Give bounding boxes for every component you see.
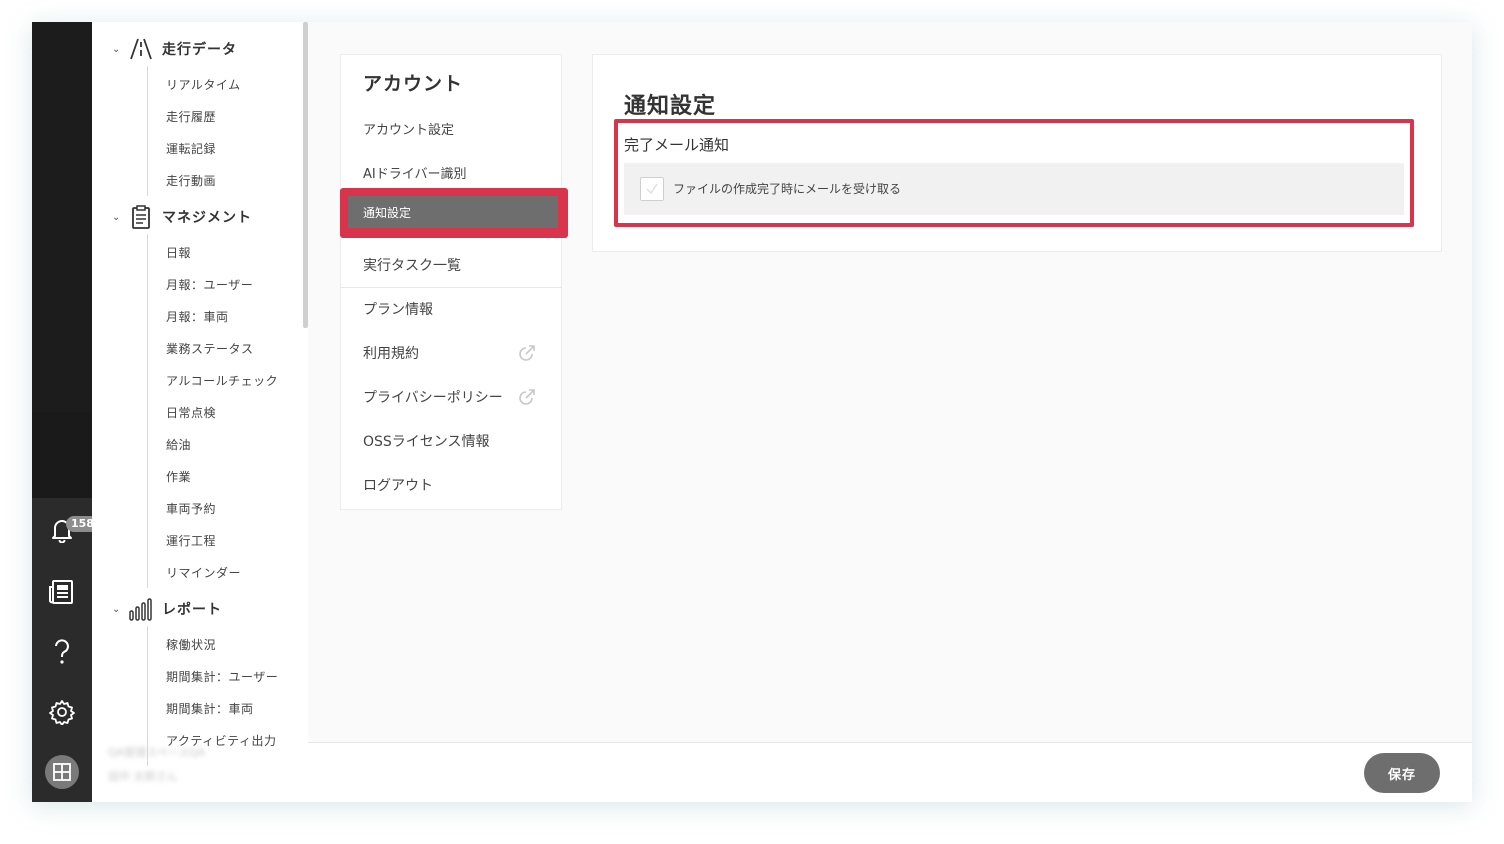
nav-section-title: マネジメント <box>162 210 252 226</box>
user-name: 田中 太郎さん <box>108 770 178 783</box>
menu-item-label: 通知設定 <box>363 206 412 220</box>
nav-item-realtime[interactable]: リアルタイム <box>166 76 241 93</box>
nav-item-daily-report[interactable]: 日報 <box>166 244 191 261</box>
nav-section-title: レポート <box>162 602 222 618</box>
menu-item-ai-driver[interactable]: AIドライバー識別 <box>363 163 466 182</box>
focus-highlight <box>614 119 1414 227</box>
menu-item-terms[interactable]: 利用規約 <box>363 343 419 363</box>
menu-item-task-list[interactable]: 実行タスク一覧 <box>363 255 461 275</box>
divider <box>340 287 562 288</box>
account-menu: アカウント アカウント設定 AIドライバー識別 実行タスク一覧 プラン情報 利用… <box>340 54 562 510</box>
menu-item-plan-info[interactable]: プラン情報 <box>363 299 433 319</box>
app-window: 158 ⌄ 走行データ リアルタイム 走行履歴 運転記録 走行動画 ⌄ マネジメ… <box>32 22 1472 802</box>
nav-item-period-vehicle[interactable]: 期間集計：車両 <box>166 700 254 717</box>
external-link-icon <box>518 388 536 406</box>
page-title: 通知設定 <box>624 94 717 119</box>
menu-item-privacy[interactable]: プライバシーポリシー <box>363 387 503 407</box>
nav-item-period-user[interactable]: 期間集計：ユーザー <box>166 668 278 685</box>
nav-item-work-status[interactable]: 業務ステータス <box>166 340 254 357</box>
nav-item-monthly-user[interactable]: 月報：ユーザー <box>166 276 253 293</box>
workspace-name: QA管理スペースQA <box>108 746 206 759</box>
sidebar-nav: ⌄ 走行データ リアルタイム 走行履歴 運転記録 走行動画 ⌄ マネジメント 日… <box>92 22 308 802</box>
sidebar-scrollbar[interactable] <box>303 22 308 328</box>
avatar[interactable] <box>45 755 79 789</box>
nav-item-driving-video[interactable]: 走行動画 <box>166 172 216 189</box>
clipboard-icon <box>128 204 154 230</box>
nav-section-report[interactable]: ⌄ レポート <box>112 596 222 622</box>
nav-section-title: 走行データ <box>162 42 237 58</box>
nav-section-management[interactable]: ⌄ マネジメント <box>112 204 252 230</box>
nav-item-work[interactable]: 作業 <box>166 468 191 485</box>
road-icon <box>128 36 154 62</box>
nav-item-daily-inspection[interactable]: 日常点検 <box>166 404 216 421</box>
footer-bar <box>308 742 1472 802</box>
nav-item-vehicle-reservation[interactable]: 車両予約 <box>166 500 216 517</box>
nav-item-driving-record[interactable]: 運転記録 <box>166 140 216 157</box>
bar-chart-icon <box>128 596 154 622</box>
chevron-down-icon: ⌄ <box>112 43 121 55</box>
save-button[interactable]: 保存 <box>1364 753 1440 793</box>
help-icon[interactable] <box>48 638 76 666</box>
account-menu-title: アカウント <box>363 73 464 95</box>
menu-item-account-settings[interactable]: アカウント設定 <box>363 119 454 138</box>
nav-item-operation-schedule[interactable]: 運行工程 <box>166 532 216 549</box>
chevron-down-icon: ⌄ <box>112 603 121 615</box>
chevron-down-icon: ⌄ <box>112 211 121 223</box>
nav-item-monthly-vehicle[interactable]: 月報：車両 <box>166 308 229 325</box>
newspaper-icon[interactable] <box>48 578 76 606</box>
external-link-icon <box>518 344 536 362</box>
menu-item-logout[interactable]: ログアウト <box>363 475 433 495</box>
nav-item-reminder[interactable]: リマインダー <box>166 564 241 581</box>
nav-section-driving-data[interactable]: ⌄ 走行データ <box>112 36 237 62</box>
nav-item-driving-history[interactable]: 走行履歴 <box>166 108 216 125</box>
menu-item-oss-license[interactable]: OSSライセンス情報 <box>363 431 490 451</box>
nav-item-refuel[interactable]: 給油 <box>166 436 191 453</box>
nav-item-alcohol-check[interactable]: アルコールチェック <box>166 372 278 389</box>
gear-icon[interactable] <box>48 698 76 726</box>
nav-item-operation-status[interactable]: 稼働状況 <box>166 636 216 653</box>
